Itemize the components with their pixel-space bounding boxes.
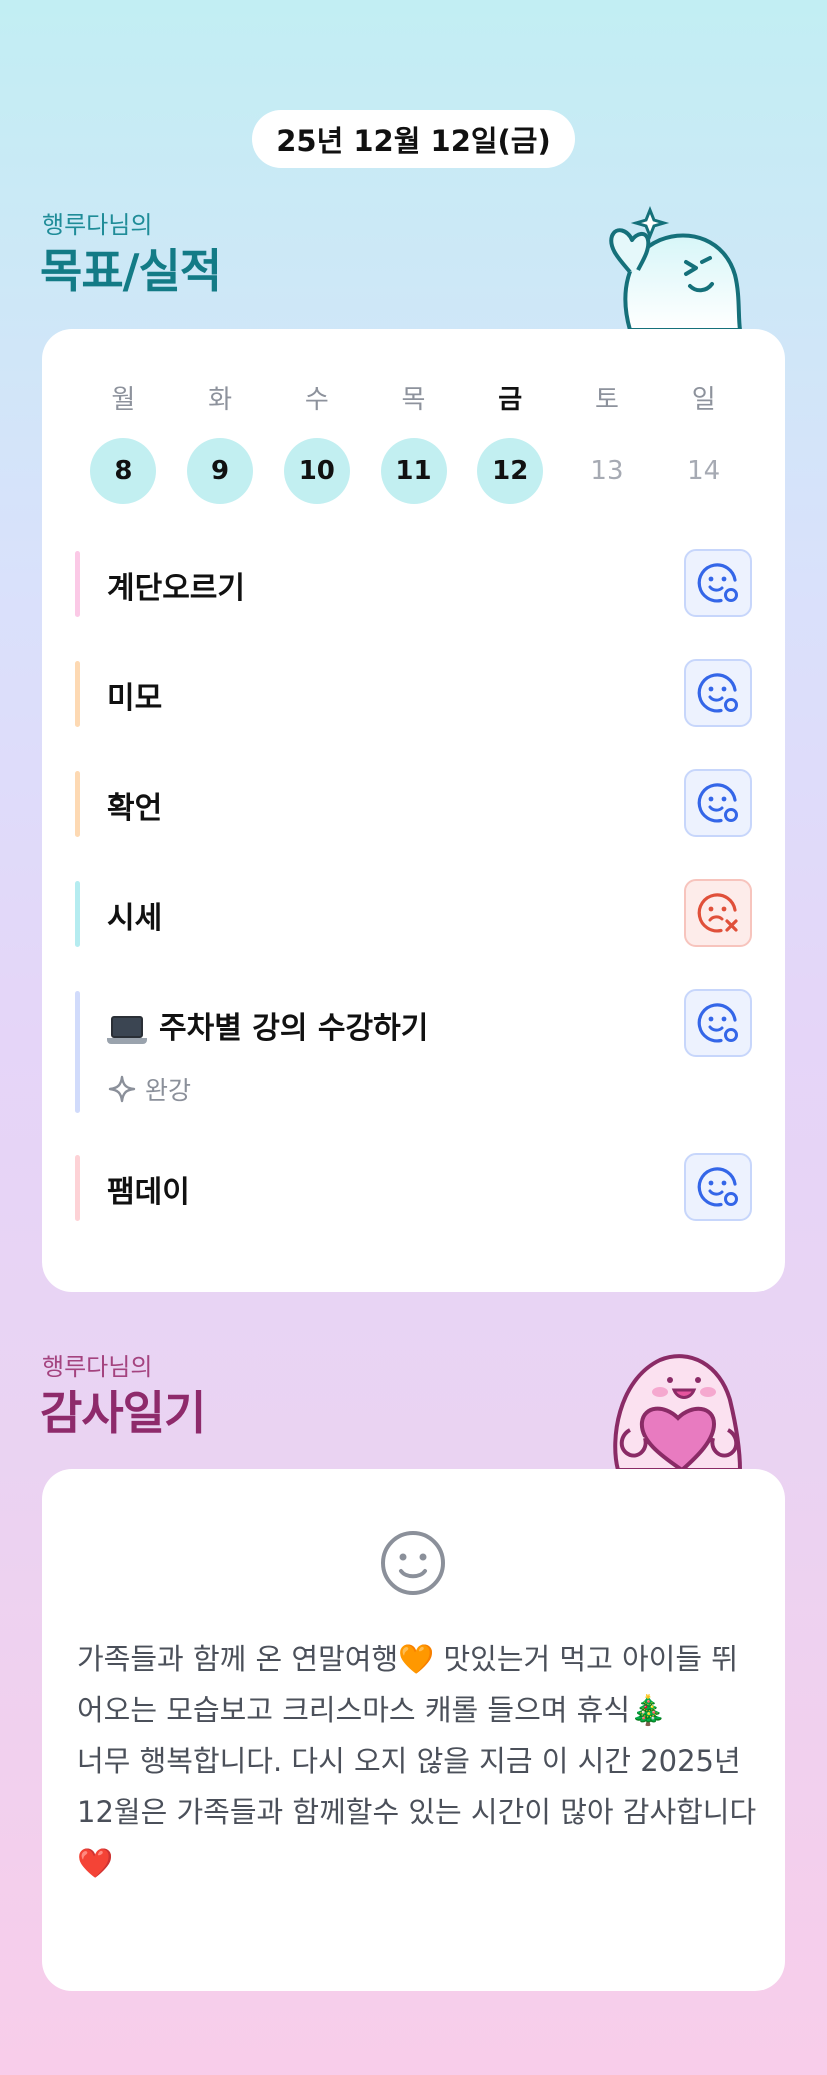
weekday-label: 수: [304, 385, 329, 415]
goal-item[interactable]: 계단오르기: [75, 549, 752, 617]
goal-item[interactable]: 주차별 강의 수강하기 완강: [75, 989, 752, 1113]
date-display[interactable]: 25년 12월 12일(금): [252, 110, 575, 168]
smile-o-icon: [697, 563, 738, 603]
goal-item[interactable]: 확언: [75, 769, 752, 837]
goal-color-bar: [75, 881, 80, 947]
ghost-mascot-icon: [609, 205, 743, 330]
smiley-face-icon[interactable]: [379, 1529, 447, 1597]
gratitude-card: 가족들과 함께 온 연말여행🧡 맛있는거 먹고 아이들 뛰어오는 모습보고 크리…: [42, 1469, 785, 1991]
sparkle-icon: [108, 1075, 136, 1103]
smile-o-icon: [697, 673, 738, 713]
day-14[interactable]: 14: [671, 438, 737, 504]
goal-label: 확언: [107, 791, 163, 826]
goal-label: 미모: [107, 681, 163, 716]
weekday-label: 목: [401, 385, 426, 415]
status-success-button[interactable]: [684, 659, 752, 727]
weekday-label-today: 금: [498, 385, 523, 415]
goal-note: 완강: [107, 1071, 191, 1107]
goal-label: 계단오르기: [107, 571, 245, 606]
weekday-label: 토: [594, 385, 619, 415]
weekday-label: 화: [208, 385, 233, 415]
status-success-button[interactable]: [684, 769, 752, 837]
weekday-label: 월: [111, 385, 136, 415]
day-row: 8 9 10 11 12 13 14: [75, 438, 752, 504]
goal-color-bar: [75, 1155, 80, 1221]
status-success-button[interactable]: [684, 549, 752, 617]
goal-label: 시세: [107, 901, 163, 936]
smile-o-icon: [697, 1003, 738, 1043]
smile-o-icon: [697, 1167, 738, 1207]
weekday-row: 월 화 수 목 금 토 일: [75, 379, 752, 416]
status-fail-button[interactable]: [684, 879, 752, 947]
goal-color-bar: [75, 991, 80, 1113]
goal-note-text: 완강: [145, 1076, 192, 1105]
day-12[interactable]: 12: [477, 438, 544, 504]
goal-item[interactable]: 시세: [75, 879, 752, 947]
sad-x-icon: [697, 893, 738, 933]
day-9[interactable]: 9: [187, 438, 254, 504]
day-13[interactable]: 13: [574, 438, 640, 504]
heart-mascot-icon: [613, 1354, 743, 1470]
day-8[interactable]: 8: [90, 438, 157, 504]
goal-label-with-icon: 주차별 강의 수강하기: [107, 1003, 428, 1047]
goals-title: 목표/실적: [40, 244, 222, 298]
goal-label: 주차별 강의 수강하기: [159, 1011, 429, 1046]
laptop-icon: [107, 1015, 147, 1044]
weekday-label: 일: [691, 385, 716, 415]
gratitude-entry-text[interactable]: 가족들과 함께 온 연말여행🧡 맛있는거 먹고 아이들 뛰어오는 모습보고 크리…: [77, 1634, 757, 1889]
goal-color-bar: [75, 771, 80, 837]
gratitude-title: 감사일기: [40, 1386, 206, 1440]
status-success-button[interactable]: [684, 1153, 752, 1221]
day-10[interactable]: 10: [283, 438, 350, 504]
goal-color-bar: [75, 661, 80, 727]
goal-item[interactable]: 미모: [75, 659, 752, 727]
goal-label: 팸데이: [107, 1175, 190, 1210]
day-11[interactable]: 11: [380, 438, 447, 504]
smile-o-icon: [697, 783, 738, 823]
goal-item[interactable]: 팸데이: [75, 1153, 752, 1221]
status-success-button[interactable]: [684, 989, 752, 1057]
goals-card: 월 화 수 목 금 토 일 8 9 10 11 12 13 14 계단오르기 미…: [42, 329, 785, 1292]
goal-color-bar: [75, 551, 80, 617]
